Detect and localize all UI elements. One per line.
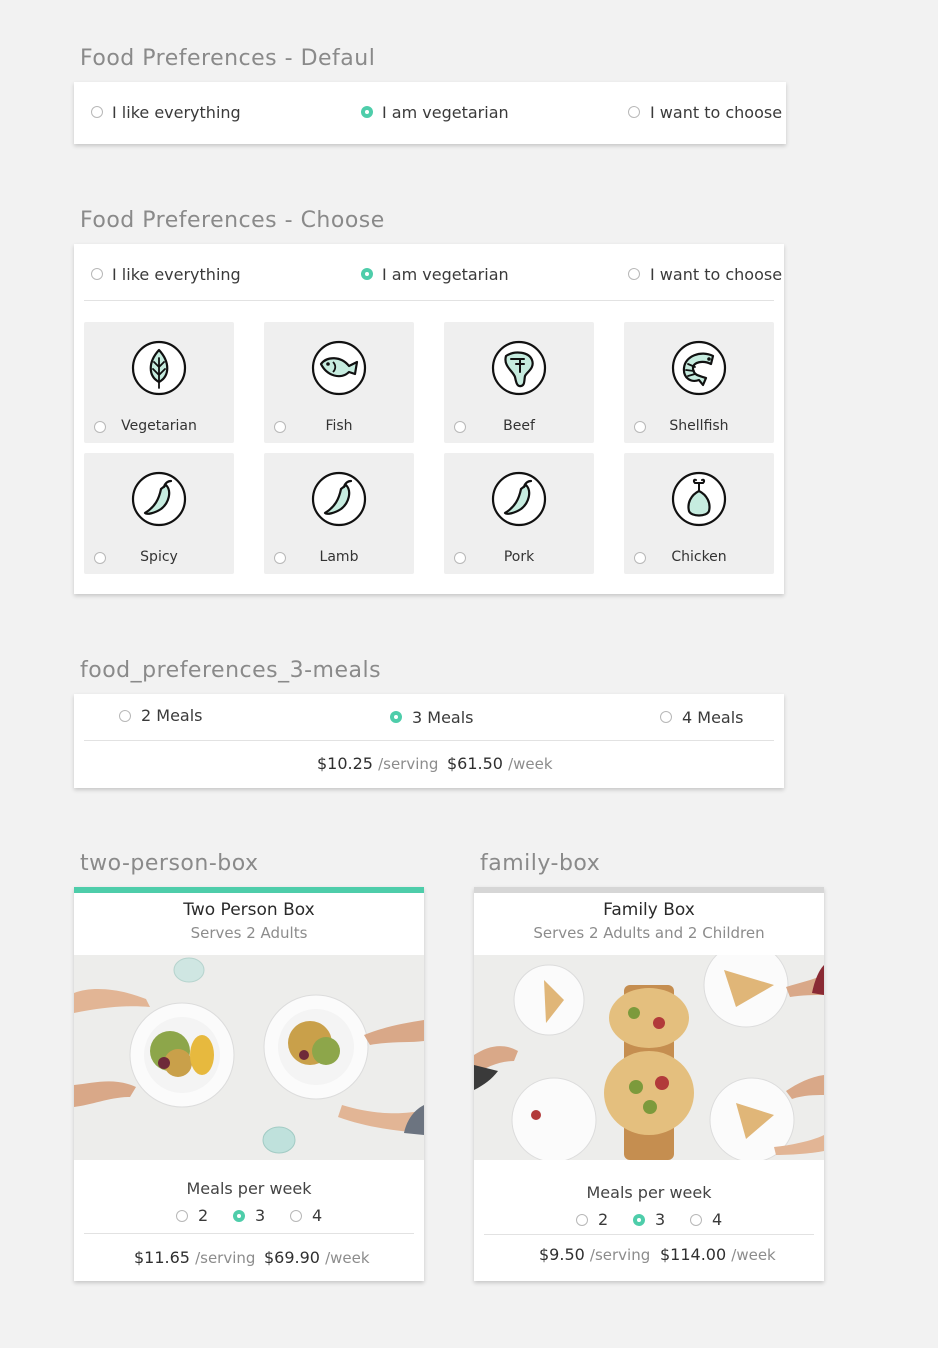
price-serving-value: $11.65 <box>134 1248 190 1267</box>
divider <box>84 300 774 301</box>
meal-option-2[interactable]: 2 <box>598 1210 608 1229</box>
option-label-like-everything[interactable]: I like everything <box>112 265 241 284</box>
food-tile-fish[interactable]: Fish <box>264 322 414 443</box>
box-title: Two Person Box <box>183 900 315 920</box>
price-week-unit: /week <box>325 1249 370 1267</box>
tile-label-lamb: Lamb <box>319 549 359 565</box>
meal-option-4[interactable]: 4 <box>312 1206 322 1225</box>
price-serving-value: $9.50 <box>539 1245 585 1264</box>
option-label-vegetarian[interactable]: I am vegetarian <box>382 265 509 284</box>
meal-option-3[interactable]: 3 <box>255 1206 265 1225</box>
divider <box>84 740 774 741</box>
radio-meals-2[interactable] <box>576 1214 588 1226</box>
meal-option-4[interactable]: 4 <box>712 1210 722 1229</box>
tile-label-shellfish: Shellfish <box>669 418 729 434</box>
shrimp-icon <box>671 340 727 396</box>
radio-meals-4[interactable] <box>690 1214 702 1226</box>
meals-card: 2 Meals 3 Meals 4 Meals $10.25 /serving … <box>74 694 784 788</box>
fish-icon <box>311 340 367 396</box>
radio-meals-3[interactable] <box>233 1210 245 1222</box>
radio-4-meals[interactable] <box>660 711 672 723</box>
pepper-icon <box>131 471 187 527</box>
preference-card-default: I like everything I am vegetarian I want… <box>74 82 786 144</box>
two-person-box-card[interactable]: Two Person Box Serves 2 Adults Meals per… <box>74 887 424 1281</box>
price-week-unit: /week <box>731 1246 776 1264</box>
pepper-icon <box>491 471 547 527</box>
leaf-icon <box>131 340 187 396</box>
steak-icon <box>491 340 547 396</box>
price-serving-value: $10.25 <box>317 754 373 773</box>
section-title-meals: food_preferences_3-meals <box>80 658 382 683</box>
divider <box>84 1233 414 1234</box>
meals-per-week-label: Meals per week <box>586 1183 712 1202</box>
option-label-want-to-choose[interactable]: I want to choose <box>650 103 782 122</box>
price-serving-unit: /serving <box>195 1249 256 1267</box>
radio-vegetarian[interactable] <box>361 106 373 118</box>
tile-label-spicy: Spicy <box>140 549 178 565</box>
pepper-icon <box>311 471 367 527</box>
radio-vegetarian[interactable] <box>361 268 373 280</box>
radio-3-meals[interactable] <box>390 711 402 723</box>
price-week-unit: /week <box>508 755 553 773</box>
radio-like-everything[interactable] <box>91 268 103 280</box>
price-serving-unit: /serving <box>378 755 439 773</box>
radio-want-to-choose[interactable] <box>628 268 640 280</box>
price-per-week: $114.00 /week <box>660 1245 776 1264</box>
price-week-value: $61.50 <box>447 754 503 773</box>
tile-label-chicken: Chicken <box>671 549 727 565</box>
food-tile-pork[interactable]: Pork <box>444 453 594 574</box>
food-tile-lamb[interactable]: Lamb <box>264 453 414 574</box>
option-label-2-meals[interactable]: 2 Meals <box>141 706 203 725</box>
price-per-serving: $11.65 /serving <box>134 1248 255 1267</box>
tile-label-vegetarian: Vegetarian <box>121 418 197 434</box>
section-title-default: Food Preferences - Defaul <box>80 46 376 71</box>
radio-meals-3[interactable] <box>633 1214 645 1226</box>
radio-want-to-choose[interactable] <box>628 106 640 118</box>
option-label-like-everything[interactable]: I like everything <box>112 103 241 122</box>
tile-label-beef: Beef <box>503 418 535 434</box>
price-serving-unit: /serving <box>589 1246 651 1264</box>
food-tile-beef[interactable]: Beef <box>444 322 594 443</box>
price-week-value: $114.00 <box>660 1245 727 1264</box>
option-label-vegetarian[interactable]: I am vegetarian <box>382 103 509 122</box>
price-per-serving: $10.25 /serving <box>317 754 438 773</box>
option-label-4-meals[interactable]: 4 Meals <box>682 708 744 727</box>
food-tile-vegetarian[interactable]: Vegetarian <box>84 322 234 443</box>
section-title-family-box: family-box <box>480 851 601 876</box>
meal-option-2[interactable]: 2 <box>198 1206 208 1225</box>
price-per-week: $61.50 /week <box>447 754 553 773</box>
box-subtitle: Serves 2 Adults and 2 Children <box>533 924 765 942</box>
divider <box>484 1234 814 1235</box>
option-label-3-meals[interactable]: 3 Meals <box>412 708 474 727</box>
family-meal-photo <box>474 955 824 1160</box>
meal-option-3[interactable]: 3 <box>655 1210 665 1229</box>
family-box-card[interactable]: Family Box Serves 2 Adults and 2 Childre… <box>474 887 824 1281</box>
food-tile-chicken[interactable]: Chicken <box>624 453 774 574</box>
section-title-two-person-box: two-person-box <box>80 851 259 876</box>
tile-label-pork: Pork <box>503 549 535 565</box>
price-per-week: $69.90 /week <box>264 1248 370 1267</box>
price-week-value: $69.90 <box>264 1248 320 1267</box>
radio-meals-2[interactable] <box>176 1210 188 1222</box>
radio-2-meals[interactable] <box>119 710 131 722</box>
tile-label-fish: Fish <box>325 418 353 434</box>
food-tile-spicy[interactable]: Spicy <box>84 453 234 574</box>
two-person-meal-photo <box>74 955 424 1160</box>
box-subtitle: Serves 2 Adults <box>190 924 308 942</box>
preference-card-choose: I like everything I am vegetarian I want… <box>74 244 784 594</box>
section-title-choose: Food Preferences - Choose <box>80 208 385 233</box>
price-per-serving: $9.50 /serving <box>539 1245 650 1264</box>
food-tile-shellfish[interactable]: Shellfish <box>624 322 774 443</box>
radio-meals-4[interactable] <box>290 1210 302 1222</box>
option-label-want-to-choose[interactable]: I want to choose <box>650 265 782 284</box>
radio-like-everything[interactable] <box>91 106 103 118</box>
chicken-leg-icon <box>671 471 727 527</box>
meals-per-week-label: Meals per week <box>186 1179 312 1198</box>
box-title: Family Box <box>603 900 695 920</box>
